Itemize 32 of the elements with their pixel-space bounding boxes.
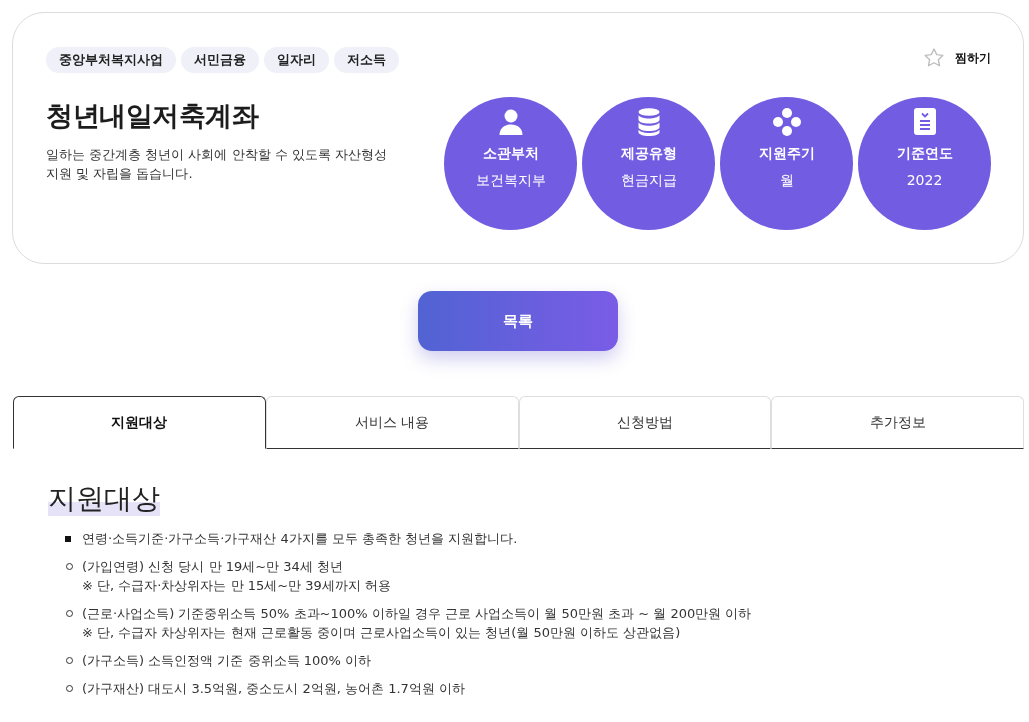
four-dots-icon <box>772 107 801 136</box>
category-tag: 중앙부처복지사업 <box>46 47 176 73</box>
program-description: 일하는 중간계층 청년이 사회에 안착할 수 있도록 자산형성 지원 및 자립을 돕습니다. <box>46 146 388 183</box>
database-icon <box>637 107 660 136</box>
criterion-text: (가입연령) 신청 당시 만 19세~만 34세 청년 <box>82 558 344 576</box>
favorite-button[interactable]: 찜하기 <box>923 47 991 69</box>
info-label: 소관부처 <box>482 144 539 163</box>
square-bullet-icon <box>65 535 71 542</box>
info-value: 2022 <box>906 171 943 190</box>
info-value: 월 <box>779 171 794 190</box>
info-label: 제공유형 <box>620 144 677 163</box>
list-button[interactable]: 목록 <box>418 291 618 351</box>
tab[interactable]: 신청방법 <box>518 396 772 449</box>
criterion-text: (가구재산) 대도시 3.5억원, 중소도시 2억원, 농어촌 1.7억원 이하 <box>82 680 465 698</box>
document-icon <box>913 108 936 135</box>
program-title: 청년내일저축계좌 <box>46 99 260 133</box>
tab[interactable]: 추가정보 <box>771 396 1024 449</box>
tab[interactable]: 서비스 내용 <box>265 396 519 449</box>
category-tag: 서민금융 <box>181 47 259 73</box>
note-text: ※ 단, 수급자·차상위자는 만 15세~만 39세까지 허용 <box>82 577 391 595</box>
person-icon <box>498 108 523 135</box>
category-tag: 저소득 <box>334 47 399 73</box>
info-value: 보건복지부 <box>475 171 546 190</box>
info-value: 현금지급 <box>620 171 677 190</box>
category-tag: 일자리 <box>264 47 329 73</box>
tab[interactable]: 지원대상 <box>13 396 266 449</box>
criterion-text: (가구소득) 소득인정액 기준 중위소득 100% 이하 <box>82 652 371 670</box>
info-label: 기준연도 <box>896 144 953 163</box>
criterion-text: 연령·소득기준·가구소득·가구재산 4가지를 모두 총족한 청년을 지원합니다. <box>82 530 518 548</box>
criterion-text: (근로·사업소득) 기준중위소득 50% 초과~100% 이하일 경우 근로 사업소득이 월 50만원 초과 ~ 월 200만원 이하 <box>82 605 752 623</box>
info-label: 지원주기 <box>758 144 815 163</box>
note-text: ※ 단, 수급자 차상위자는 현재 근로활동 중이며 근로사업소득이 있는 청년(월 50만원 이하도 상관없음) <box>82 624 682 642</box>
